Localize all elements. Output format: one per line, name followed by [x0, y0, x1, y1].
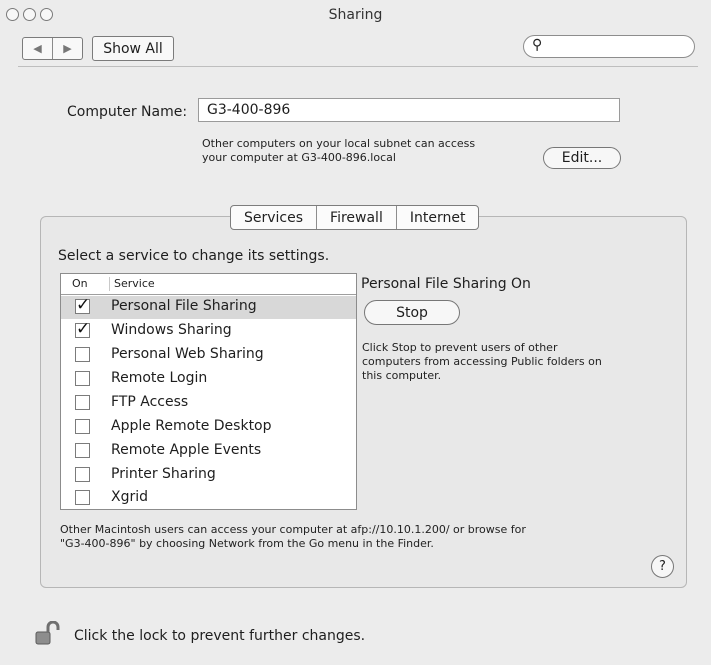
service-label: FTP Access [111, 394, 189, 410]
service-checkbox-remote-apple-events[interactable] [75, 443, 90, 458]
service-checkbox-personal-web-sharing[interactable] [75, 347, 90, 362]
service-list-header: On Service [61, 274, 356, 295]
afp-info-line-2: "G3-400-896" by choosing Network from th… [60, 537, 434, 550]
tab-bar: Services Firewall Internet [230, 205, 480, 230]
stop-description-line-1: Click Stop to prevent users of other [362, 341, 558, 354]
service-checkbox-personal-file-sharing[interactable]: ✓ [75, 297, 90, 314]
tab-firewall[interactable]: Firewall [316, 206, 396, 229]
lock-open-icon[interactable] [34, 621, 67, 645]
service-row-personal-file-sharing[interactable]: ✓ Personal File Sharing [61, 296, 356, 319]
service-row-ftp-access[interactable]: FTP Access [61, 392, 356, 415]
service-label: Remote Apple Events [111, 442, 262, 458]
back-forward-buttons: ◀ ▶ [22, 37, 83, 60]
service-label: Apple Remote Desktop [111, 418, 272, 434]
column-service: Service [109, 277, 155, 291]
service-label: Personal Web Sharing [111, 346, 264, 362]
service-label: Remote Login [111, 370, 208, 386]
window-title: Sharing [328, 7, 383, 23]
subnet-info-line-2: your computer at G3-400-896.local [202, 151, 396, 164]
computer-name-label: Computer Name: [67, 104, 188, 120]
search-icon: ⚲ [532, 37, 543, 53]
service-list: On Service ✓ Personal File Sharing ✓ Win… [60, 273, 357, 510]
service-label: Windows Sharing [111, 322, 232, 338]
service-checkbox-ftp-access[interactable] [75, 395, 90, 410]
tab-services[interactable]: Services [231, 206, 316, 229]
service-checkbox-remote-login[interactable] [75, 371, 90, 386]
service-status-title: Personal File Sharing On [361, 276, 531, 292]
service-row-personal-web-sharing[interactable]: Personal Web Sharing [61, 344, 356, 367]
column-on: On [72, 277, 88, 290]
service-label: Personal File Sharing [111, 298, 257, 314]
service-checkbox-windows-sharing[interactable]: ✓ [75, 321, 90, 338]
service-row-apple-remote-desktop[interactable]: Apple Remote Desktop [61, 416, 356, 439]
service-row-remote-apple-events[interactable]: Remote Apple Events [61, 440, 356, 463]
service-checkbox-xgrid[interactable] [75, 490, 90, 505]
toolbar-divider [18, 66, 698, 67]
stop-description-line-2: computers from accessing Public folders … [362, 355, 602, 368]
service-checkbox-apple-remote-desktop[interactable] [75, 419, 90, 434]
service-row-remote-login[interactable]: Remote Login [61, 368, 356, 391]
help-icon[interactable]: ? [651, 555, 674, 578]
forward-button[interactable]: ▶ [52, 38, 82, 59]
afp-info-line-1: Other Macintosh users can access your co… [60, 523, 526, 536]
subnet-info-line-1: Other computers on your local subnet can… [202, 137, 476, 150]
service-instruction: Select a service to change its settings. [58, 248, 330, 264]
computer-name-input[interactable]: G3-400-896 [198, 98, 620, 122]
service-row-xgrid[interactable]: Xgrid [61, 487, 356, 510]
stop-description-line-3: this computer. [362, 369, 442, 382]
service-row-windows-sharing[interactable]: ✓ Windows Sharing [61, 320, 356, 343]
search-field[interactable]: ⚲ [523, 35, 695, 58]
back-button[interactable]: ◀ [23, 38, 52, 59]
tab-internet[interactable]: Internet [395, 206, 479, 229]
show-all-button[interactable]: Show All [92, 36, 174, 61]
service-label: Printer Sharing [111, 466, 216, 482]
sharing-window: Sharing ◀ ▶ Show All ⚲ Computer Name: G3… [0, 0, 711, 665]
service-row-printer-sharing[interactable]: Printer Sharing [61, 464, 356, 487]
edit-button[interactable]: Edit... [543, 147, 621, 169]
stop-button[interactable]: Stop [364, 300, 460, 325]
lock-message: Click the lock to prevent further change… [74, 628, 366, 644]
service-label: Xgrid [111, 489, 149, 505]
title-bar: Sharing [0, 0, 711, 24]
service-checkbox-printer-sharing[interactable] [75, 467, 90, 482]
